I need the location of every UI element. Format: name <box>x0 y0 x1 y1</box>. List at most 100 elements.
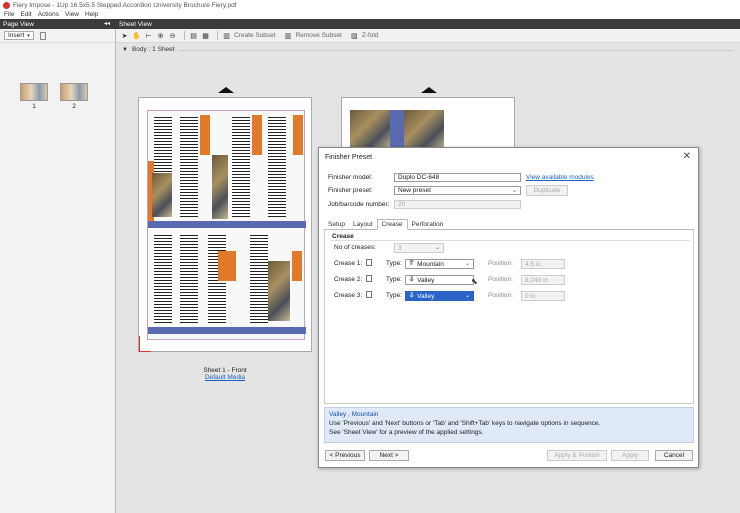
single-page-icon[interactable]: ▤ <box>189 31 198 40</box>
create-subset-button[interactable]: Create Subset <box>234 32 276 39</box>
trash-icon[interactable] <box>39 31 46 40</box>
hand-icon[interactable]: ✋ <box>132 31 141 40</box>
finisher-preset-select[interactable]: New preset ⌄ <box>394 186 521 195</box>
brochure-photo <box>152 173 172 217</box>
tab-layout[interactable]: Layout <box>349 219 377 230</box>
text-column <box>180 117 198 217</box>
brochure-photo <box>268 261 290 321</box>
crease-2-type-value: Valley <box>417 276 435 284</box>
view-modules-link[interactable]: View available modules <box>526 174 594 181</box>
page-view-pane: Insert ▾ 1 2 <box>0 29 116 513</box>
mouse-cursor-icon: ⬉ <box>471 277 478 286</box>
crease-3-position-field[interactable]: 0 in <box>521 291 565 301</box>
text-column <box>154 235 172 325</box>
sheet-orientation-arrow-icon <box>421 87 437 93</box>
zoom-in-icon[interactable]: ⊕ <box>156 31 165 40</box>
chevron-down-icon: ▼ <box>122 46 128 53</box>
window-title: Fiery Impose - 1Up 16.5x5.5 Stepped Acco… <box>13 1 237 9</box>
menu-edit[interactable]: Edit <box>20 11 31 18</box>
tab-crease[interactable]: Crease <box>376 219 408 230</box>
zoom-out-icon[interactable]: ⊖ <box>168 31 177 40</box>
chevron-down-icon: ⌄ <box>511 188 517 194</box>
crease-position-label: Position: <box>488 276 513 283</box>
sheet-view-title: Sheet View <box>119 20 152 28</box>
menu-help[interactable]: Help <box>85 11 98 18</box>
crease-tab-panel: Crease No of creases: 3 ⌄ Crease 1: Type… <box>324 230 694 404</box>
sheet-view-toolbar: ➤ ✋ ⊢ ⊕ ⊖ ▤ ▦ ▥ Create Subset ▥ Remove S… <box>116 29 740 43</box>
help-highlight: Valley , Mountain <box>329 411 379 418</box>
job-barcode-field[interactable]: 20 <box>394 200 521 209</box>
crease-3-label: Crease 3: <box>334 292 363 299</box>
crop-mark <box>139 336 151 352</box>
tab-setup[interactable]: Setup <box>324 219 349 230</box>
crease-1-type-select[interactable]: ⥣ Mountain ⌄ <box>405 259 474 269</box>
sheet-caption-title: Sheet 1 - Front <box>203 367 247 374</box>
crease-position-label: Position: <box>488 292 513 299</box>
z-fold-button[interactable]: Z-fold <box>362 32 379 39</box>
menu-file[interactable]: File <box>4 11 14 18</box>
crease-2-position-field[interactable]: 8.248 in <box>521 275 565 285</box>
crease-type-label: Type: <box>386 260 402 267</box>
remove-subset-button[interactable]: Remove Subset <box>296 32 342 39</box>
help-line-2: See 'Sheet View' for a preview of the ap… <box>329 429 484 436</box>
toolbar-divider <box>217 31 218 40</box>
sheet-1-front[interactable] <box>138 97 312 352</box>
apply-button[interactable]: Apply <box>611 450 649 461</box>
body-section-header[interactable]: ▼ Body : 1 Sheet <box>122 46 175 53</box>
num-creases-value: 3 <box>398 244 402 252</box>
icon-graphic <box>218 251 236 281</box>
z-fold-icon: ▨ <box>351 32 358 40</box>
page-thumbnail-label: 2 <box>72 103 76 110</box>
crease-3-type-select[interactable]: ⥥ Valley ⌄ <box>405 291 474 301</box>
next-button[interactable]: Next > <box>369 450 409 461</box>
fiery-logo-icon <box>3 1 10 9</box>
sheet-orientation-arrow-icon <box>218 87 234 93</box>
finisher-model-field[interactable]: Duplo DC-648 <box>394 173 521 182</box>
page-view-header: Page View ◂◂ <box>0 19 116 29</box>
mountain-fold-icon: ⥣ <box>409 260 415 267</box>
body-label: Body : 1 Sheet <box>131 46 175 53</box>
page-view-title: Page View <box>3 20 34 28</box>
previous-button[interactable]: < Previous <box>325 450 365 461</box>
close-icon[interactable]: ✕ <box>683 151 691 162</box>
window-titlebar: Fiery Impose - 1Up 16.5x5.5 Stepped Acco… <box>0 0 740 10</box>
page-thumbnail-1[interactable] <box>20 83 48 101</box>
tab-perforation[interactable]: Perforation <box>408 219 448 230</box>
crease-group-title: Crease <box>332 233 354 240</box>
crease-1-position-field[interactable]: 4.5 in <box>521 259 565 269</box>
fold-band <box>390 110 404 150</box>
collapse-pane-icon[interactable]: ◂◂ <box>104 20 110 27</box>
crease-2-label: Crease 2: <box>334 276 363 283</box>
num-creases-select[interactable]: 3 ⌄ <box>394 243 444 253</box>
insert-dropdown[interactable]: Insert ▾ <box>4 31 34 40</box>
default-media-link[interactable]: Default Media <box>175 374 275 381</box>
job-barcode-label: Job/barcode number: <box>328 201 390 208</box>
trim-tool-icon[interactable]: ⊢ <box>144 31 153 40</box>
fold-band <box>148 221 306 228</box>
create-subset-icon: ▥ <box>223 32 230 40</box>
brochure-photo <box>404 110 444 150</box>
crease-1-position-value: 4.5 in <box>525 260 541 268</box>
page-thumbnail-2[interactable] <box>60 83 88 101</box>
pointer-icon[interactable]: ➤ <box>120 31 129 40</box>
crease-2-type-select[interactable]: ⥥ Valley <box>405 275 474 285</box>
menu-view[interactable]: View <box>65 11 79 18</box>
valley-fold-icon: ⥥ <box>409 292 415 299</box>
document-icon <box>366 275 372 282</box>
sheet-view-header: Sheet View <box>116 19 740 29</box>
section-divider <box>178 50 734 51</box>
grid-icon[interactable]: ▦ <box>201 31 210 40</box>
num-creases-label: No of creases: <box>334 244 376 251</box>
finisher-model-label: Finisher model: <box>328 174 373 181</box>
brochure-imposition <box>147 110 306 340</box>
text-column <box>232 117 250 217</box>
crease-2-position-value: 8.248 in <box>525 276 549 284</box>
valley-fold-icon: ⥥ <box>409 276 415 283</box>
duplicate-button[interactable]: Duplicate <box>526 185 568 196</box>
help-line-1: Use 'Previous' and 'Next' buttons or 'Ta… <box>329 420 601 427</box>
chevron-down-icon: ⌄ <box>464 261 470 267</box>
apply-publish-button[interactable]: Apply & Publish <box>547 450 607 461</box>
text-column <box>180 235 198 325</box>
cancel-button[interactable]: Cancel <box>655 450 693 461</box>
menu-actions[interactable]: Actions <box>38 11 59 18</box>
